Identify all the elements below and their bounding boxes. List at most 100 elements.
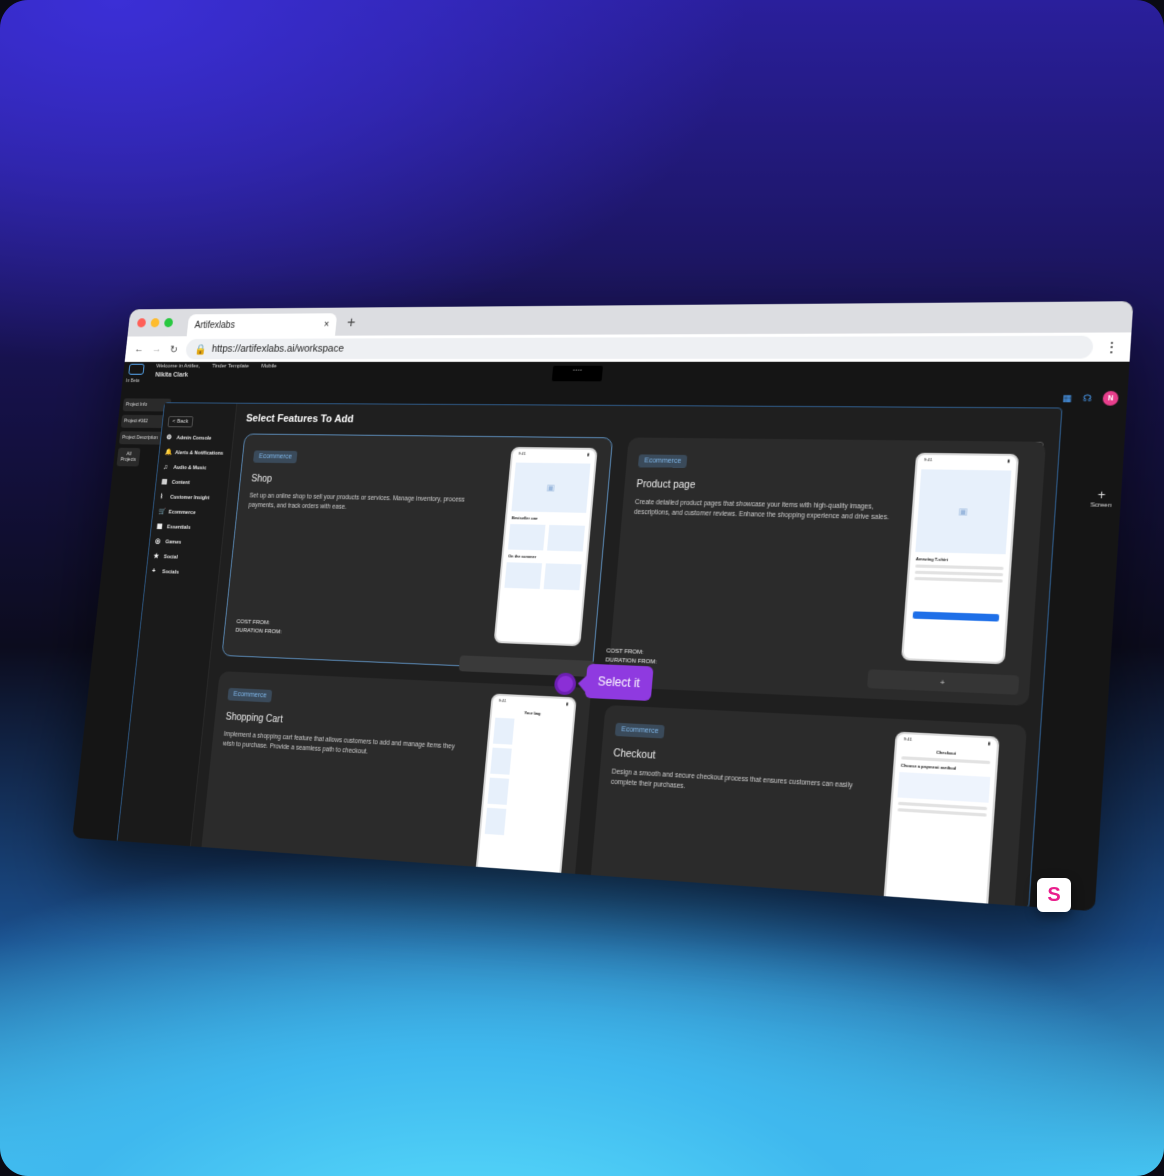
- category-badge: Ecommerce: [614, 722, 666, 739]
- category-item[interactable]: ▦ Essentials: [156, 523, 218, 531]
- admin-console-icon: ⚙: [166, 434, 173, 442]
- category-badge: Ecommerce: [252, 450, 298, 464]
- category-label: Alerts & Notifications: [174, 449, 224, 457]
- image-placeholder-icon: ▣: [511, 462, 591, 513]
- preview-payment-title: Choose a payment method: [900, 762, 957, 771]
- maximize-window-button[interactable]: [163, 318, 174, 328]
- category-item[interactable]: ⚙ Admin Console: [166, 435, 228, 442]
- modal-title: Select Features To Add: [245, 412, 355, 426]
- url-text: https://artifexlabs.ai/workspace: [211, 343, 345, 355]
- category-label: Essentials: [166, 524, 191, 531]
- feature-card-product-page[interactable]: Ecommerce Product page Create detailed p…: [605, 437, 1047, 706]
- new-tab-button[interactable]: +: [346, 315, 356, 332]
- background: Artifexlabs × + ← → ↻ 🔒 https://artifexl…: [0, 0, 1164, 1176]
- grid-view-icon[interactable]: ▦: [1062, 392, 1072, 404]
- reload-icon[interactable]: ↻: [169, 343, 178, 355]
- category-list: ⚙ Admin Console 🔔 Alerts & Notifications ♫ Au…: [152, 435, 228, 577]
- music-icon: ♫: [162, 464, 168, 471]
- feature-card-checkout[interactable]: Ecommerce Checkout Design a smooth and s…: [588, 704, 1027, 912]
- select-it-tooltip: Select it: [584, 663, 654, 701]
- category-label: Socials: [161, 568, 180, 576]
- screen-label: Screen: [1090, 502, 1112, 510]
- plus-icon: +: [151, 568, 156, 575]
- category-item[interactable]: ⌇ Customer Insight: [160, 494, 222, 502]
- category-badge: Ecommerce: [637, 454, 688, 468]
- category-label: Customer Insight: [169, 494, 210, 501]
- all-projects-item[interactable]: All Projects: [116, 447, 141, 467]
- add-feature-button[interactable]: +: [867, 669, 1020, 695]
- grid-icon: ▦: [156, 523, 163, 531]
- category-item[interactable]: ▤ Content: [161, 479, 223, 487]
- app-workspace: Welcome in Artifex, Nikita Clark Tinder …: [72, 361, 1130, 912]
- preview-section-title: On the summer: [508, 553, 537, 560]
- category-label: Audio & Music: [173, 464, 207, 471]
- avatar[interactable]: N: [1102, 390, 1119, 406]
- plus-icon: +: [1097, 487, 1106, 503]
- welcome-block: Welcome in Artifex, Nikita Clark: [155, 364, 200, 380]
- category-item[interactable]: ★ Social: [153, 553, 215, 561]
- browser-tab[interactable]: Artifexlabs ×: [186, 313, 338, 337]
- image-placeholder-icon: ▣: [915, 469, 1012, 555]
- preview-toolbar[interactable]: ▪ ▪ ▪ ▪: [551, 365, 603, 382]
- category-item[interactable]: ♫ Audio & Music: [163, 464, 225, 471]
- back-arrow-icon[interactable]: ←: [134, 344, 144, 355]
- cost-block: COST FROM: DURATION FROM:: [605, 648, 658, 667]
- card-description: Set up an online shop to sell your produ…: [248, 492, 465, 512]
- star-icon: ★: [153, 553, 160, 560]
- beta-label: In Beta: [125, 378, 140, 384]
- url-field[interactable]: 🔒 https://artifexlabs.ai/workspace: [185, 335, 1094, 360]
- preview-add-button: [912, 611, 1000, 622]
- category-label: Admin Console: [176, 435, 212, 442]
- category-item[interactable]: 🔔 Alerts & Notifications: [164, 449, 226, 456]
- duration-label: DURATION FROM:: [235, 627, 282, 635]
- add-screen-button[interactable]: + Screen: [1090, 487, 1113, 510]
- feature-card-shop[interactable]: Ecommerce Shop Set up an online shop to …: [221, 433, 614, 678]
- forward-arrow-icon[interactable]: →: [152, 344, 163, 355]
- address-bar-row: ← → ↻ 🔒 https://artifexlabs.ai/workspace…: [124, 332, 1132, 362]
- close-window-button[interactable]: [136, 318, 147, 328]
- feature-card-shopping-cart[interactable]: Ecommerce Shopping Cart Implement a shop…: [199, 671, 592, 892]
- user-name: Nikita Clark: [154, 371, 189, 379]
- category-label: Ecommerce: [168, 509, 196, 516]
- category-item[interactable]: + Socials: [152, 568, 214, 576]
- tab-bar: Artifexlabs × +: [127, 301, 1134, 337]
- card-description: Create detailed product pages that showc…: [633, 498, 890, 522]
- window-controls: [136, 318, 174, 328]
- artifex-logo-icon: [128, 363, 145, 375]
- top-right-actions: ▦ ☊ N: [1062, 390, 1119, 406]
- workspace-header: Welcome in Artifex, Nikita Clark Tinder …: [128, 363, 277, 380]
- card-description: Implement a shopping cart feature that a…: [222, 730, 455, 756]
- preview-section-title: Bestseller one: [511, 515, 539, 521]
- card-description: Design a smooth and secure checkout proc…: [610, 768, 853, 791]
- minimize-window-button[interactable]: [150, 318, 160, 328]
- browser-window: Artifexlabs × + ← → ↻ 🔒 https://artifexl…: [72, 301, 1134, 912]
- select-feature-button[interactable]: [458, 655, 595, 678]
- gamepad-icon: ◎: [154, 538, 161, 545]
- back-button[interactable]: < Back: [167, 416, 194, 428]
- template-name[interactable]: Tinder Template: [212, 364, 250, 370]
- document-icon: ▤: [161, 478, 168, 486]
- category-badge: Ecommerce: [227, 687, 273, 703]
- preview-product-name: Amazing T-shirt: [915, 556, 949, 563]
- category-item[interactable]: ◎ Games: [155, 538, 217, 546]
- cart-icon: 🛒: [158, 508, 167, 516]
- preview-cart-title: Your bag: [523, 710, 541, 716]
- category-label: Social: [163, 553, 179, 560]
- category-item[interactable]: 🛒 Ecommerce: [158, 509, 220, 517]
- tab-title: Artifexlabs: [194, 319, 236, 331]
- tab-close-icon[interactable]: ×: [323, 319, 329, 329]
- checkout-preview-phone: 9:41 ▮ Checkout Choose a payment method: [882, 731, 1000, 912]
- welcome-text: Welcome in Artifex,: [155, 363, 201, 370]
- support-icon[interactable]: ☊: [1083, 392, 1093, 404]
- device-type[interactable]: Mobile: [261, 364, 277, 370]
- cart-preview-phone: 9:41 ▮ Your bag: [475, 693, 577, 881]
- product-preview-phone: 9:41 ▮ ▣ Amazing T-shirt: [901, 452, 1020, 665]
- browser-menu-icon[interactable]: ⋮: [1103, 338, 1120, 356]
- shop-preview-phone: 9:41 ▮ ▣ Bestseller one On the summer: [493, 446, 598, 647]
- category-label: Content: [171, 479, 191, 486]
- feature-modal: < Back ⚙ Admin Console 🔔 Alerts & Notificat…: [116, 402, 1063, 912]
- category-label: Games: [165, 539, 182, 546]
- bell-icon: 🔔: [164, 449, 173, 456]
- chart-icon: ⌇: [159, 493, 164, 501]
- cost-block: COST FROM: DURATION FROM:: [235, 619, 283, 637]
